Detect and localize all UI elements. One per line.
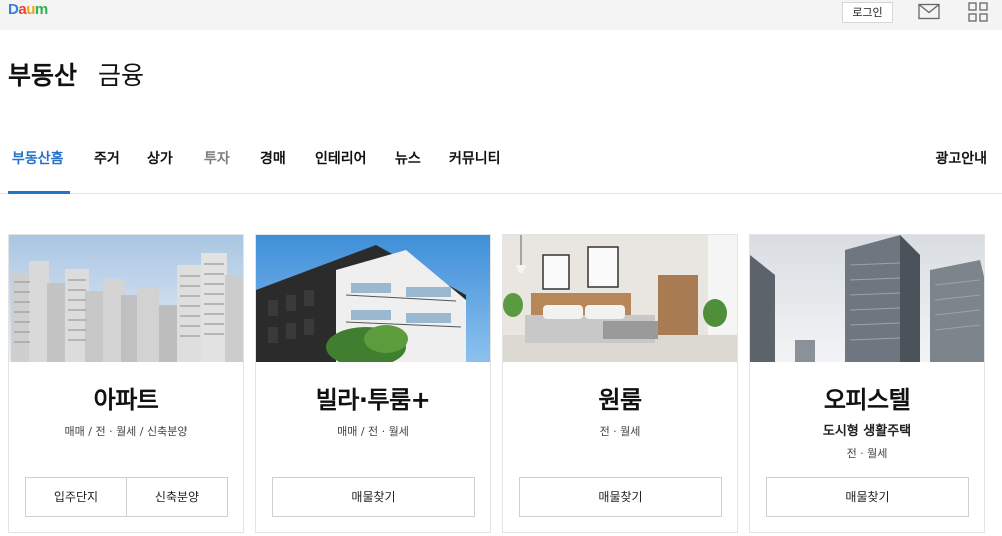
logo-letter-d: D — [8, 1, 19, 18]
card-title: 오피스텔 — [823, 386, 911, 414]
card-title: 원룸 — [598, 386, 642, 414]
find-listings-button[interactable]: 매물찾기 — [273, 478, 474, 516]
card-deal-types: 전 · 월세 — [846, 447, 888, 460]
find-listings-button[interactable]: 매물찾기 — [767, 478, 968, 516]
nav-item-commercial[interactable]: 상가 — [147, 148, 173, 168]
card-button-row: 매물찾기 — [519, 477, 722, 517]
card-villa[interactable]: 빌라·투룸+ 매매 / 전 · 월세 매물찾기 — [255, 234, 491, 533]
card-deal-types: 매매 / 전 · 월세 / 신축분양 — [64, 425, 188, 438]
occupied-complex-button[interactable]: 입주단지 — [26, 478, 126, 516]
logo-letter-a: a — [18, 1, 27, 18]
card-oneroom[interactable]: 원룸 전 · 월세 매물찾기 — [502, 234, 738, 533]
apartment-image — [9, 235, 243, 362]
logo-letter-u: u — [26, 1, 35, 18]
nav-item-housing[interactable]: 주거 — [94, 148, 120, 168]
nav-item-community[interactable]: 커뮤니티 — [449, 148, 501, 168]
main-nav: 부동산홈 주거 상가 투자 경매 인테리어 뉴스 커뮤니티 광고안내 — [0, 122, 1002, 194]
card-apartment[interactable]: 아파트 매매 / 전 · 월세 / 신축분양 입주단지 신축분양 — [8, 234, 244, 533]
card-title: 빌라·투룸+ — [315, 386, 431, 414]
ad-info-link[interactable]: 광고안내 — [935, 148, 987, 168]
card-button-row: 입주단지 신축분양 — [25, 477, 228, 517]
card-deal-types: 전 · 월세 — [599, 425, 641, 438]
section-tab-realestate[interactable]: 부동산 — [8, 56, 77, 92]
card-title: 아파트 — [93, 386, 159, 414]
section-tab-finance[interactable]: 금융 — [98, 56, 144, 92]
find-listings-button[interactable]: 매물찾기 — [520, 478, 721, 516]
oneroom-image — [503, 235, 737, 362]
nav-item-auction[interactable]: 경매 — [260, 148, 286, 168]
villa-image — [256, 235, 490, 362]
card-deal-types: 매매 / 전 · 월세 — [337, 425, 409, 438]
nav-item-interior[interactable]: 인테리어 — [315, 148, 367, 168]
active-tab-underline — [8, 191, 70, 194]
top-bar: Daum 로그인 — [0, 0, 1002, 30]
nav-item-home[interactable]: 부동산홈 — [12, 148, 64, 168]
nav-item-news[interactable]: 뉴스 — [395, 148, 421, 168]
card-button-row: 매물찾기 — [766, 477, 969, 517]
mail-icon[interactable] — [918, 3, 940, 20]
daum-logo[interactable]: Daum — [8, 1, 48, 18]
nav-item-investment[interactable]: 투자 — [204, 148, 230, 168]
officetel-image — [750, 235, 984, 362]
card-officetel[interactable]: 오피스텔 도시형 생활주택 전 · 월세 매물찾기 — [749, 234, 985, 533]
login-button[interactable]: 로그인 — [842, 2, 893, 23]
logo-letter-m: m — [34, 1, 48, 18]
new-sale-button[interactable]: 신축분양 — [126, 478, 227, 516]
apps-grid-icon[interactable] — [968, 2, 988, 22]
card-button-row: 매물찾기 — [272, 477, 475, 517]
card-subtitle: 도시형 생활주택 — [822, 424, 912, 439]
